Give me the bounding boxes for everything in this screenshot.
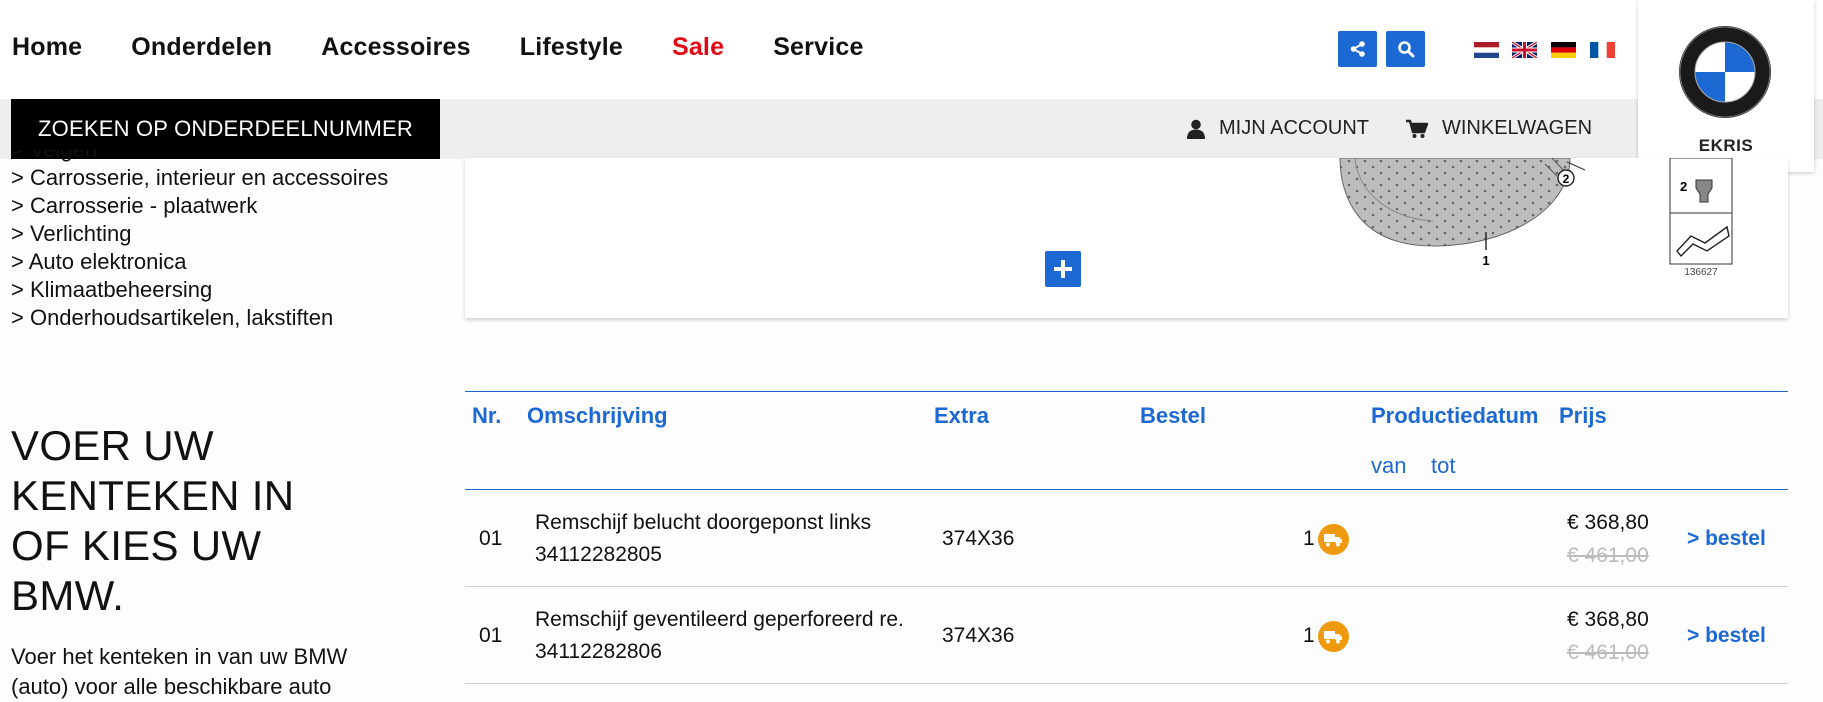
nav-home[interactable]: Home — [12, 33, 82, 62]
category-link[interactable]: > Auto elektronica — [11, 248, 388, 276]
order-button[interactable]: > bestel — [1687, 624, 1766, 648]
expand-diagram-button[interactable] — [1045, 251, 1081, 287]
table-row: 01 Remschijf belucht doorgeponst links 3… — [465, 490, 1788, 587]
account-label: MIJN ACCOUNT — [1219, 117, 1369, 139]
heading-line: OF KIES UW — [11, 522, 262, 569]
category-link[interactable]: > Carrosserie, interieur en accessoires — [11, 164, 388, 192]
column-header-extra: Extra — [934, 403, 990, 428]
row-price: € 368,80 — [1567, 511, 1649, 534]
cart-icon — [1406, 119, 1428, 138]
flag-gb-icon[interactable] — [1512, 42, 1537, 58]
column-header-nr: Nr. — [472, 403, 502, 428]
category-item: > Velgen — [11, 150, 388, 164]
license-plate-heading: VOER UW KENTEKEN IN OF KIES UW BMW. — [11, 421, 294, 621]
flag-de-icon[interactable] — [1551, 42, 1576, 58]
row-extra: 374X36 — [942, 624, 1015, 647]
diagram-image-code: 136627 — [1684, 267, 1718, 278]
row-part-number: 34112282806 — [535, 640, 662, 663]
column-subheader-tot: tot — [1431, 453, 1456, 478]
search-icon — [1397, 41, 1414, 58]
account-link[interactable]: MIJN ACCOUNT — [1187, 117, 1369, 140]
row-nr: 01 — [479, 527, 503, 550]
delivery-truck-icon — [1318, 621, 1349, 652]
order-button[interactable]: > bestel — [1687, 527, 1766, 551]
cart-label: WINKELWAGEN — [1442, 117, 1593, 139]
category-link[interactable]: > Verlichting — [11, 220, 388, 248]
column-subheader-van: van — [1371, 453, 1407, 478]
category-list: > Velgen > Carrosserie, interieur en acc… — [11, 150, 388, 332]
heading-line: BMW. — [11, 572, 125, 619]
nav-service[interactable]: Service — [773, 33, 863, 62]
column-header-productiedatum: Productiedatum — [1371, 403, 1539, 428]
plus-icon — [1054, 260, 1072, 278]
nav-sale[interactable]: Sale — [672, 33, 724, 62]
row-old-price: € 461,00 — [1567, 641, 1649, 664]
diagram-callout: 2 — [1563, 172, 1570, 186]
flag-fr-icon[interactable] — [1590, 42, 1615, 58]
row-old-price: € 461,00 — [1567, 544, 1649, 567]
row-description: Remschijf belucht doorgeponst links — [535, 511, 872, 534]
row-price: € 368,80 — [1567, 608, 1649, 631]
top-navbar: Home Onderdelen Accessoires Lifestyle Sa… — [0, 0, 1823, 99]
column-header-omschrijving: Omschrijving — [527, 403, 668, 428]
row-nr: 01 — [479, 624, 503, 647]
delivery-truck-icon — [1318, 524, 1349, 555]
category-link[interactable]: > Velgen — [11, 150, 388, 164]
heading-line: KENTEKEN IN — [11, 472, 295, 519]
cart-link[interactable]: WINKELWAGEN — [1406, 117, 1592, 140]
column-header-bestel: Bestel — [1140, 403, 1207, 428]
flag-nl-icon[interactable] — [1474, 42, 1499, 58]
bmw-logo — [1679, 26, 1771, 118]
nav-lifestyle[interactable]: Lifestyle — [520, 33, 623, 62]
brake-disc-diagram: 2 1 2 136627 — [1339, 158, 1733, 278]
nav-onderdelen[interactable]: Onderdelen — [131, 33, 272, 62]
brand-label: EKRIS — [1698, 136, 1754, 155]
table-row: 01 Remschijf geventileerd geperforeerd r… — [465, 587, 1788, 684]
category-link[interactable]: > Carrosserie - plaatwerk — [11, 192, 388, 220]
parts-diagram-panel: 2 1 2 136627 — [465, 158, 1788, 318]
column-header-prijs: Prijs — [1559, 403, 1607, 428]
nav-accessoires[interactable]: Accessoires — [321, 33, 471, 62]
share-button[interactable] — [1338, 31, 1377, 67]
row-quantity: 1 — [1303, 527, 1315, 550]
main-nav: Home Onderdelen Accessoires Lifestyle Sa… — [12, 33, 864, 62]
heading-line: VOER UW — [11, 422, 214, 469]
brand-logo-box[interactable]: EKRIS — [1638, 0, 1814, 172]
search-button[interactable] — [1386, 31, 1425, 67]
diagram-callout: 1 — [1482, 253, 1489, 268]
row-quantity: 1 — [1303, 624, 1315, 647]
category-link[interactable]: > Klimaatbeheersing — [11, 276, 388, 304]
user-icon — [1187, 119, 1205, 139]
row-description: Remschijf geventileerd geperforeerd re. — [535, 608, 904, 631]
license-plate-description: Voer het kenteken in van uw BMW (auto) v… — [11, 644, 348, 699]
row-extra: 374X36 — [942, 527, 1015, 550]
diagram-callout: 2 — [1680, 179, 1687, 194]
table-top-border — [465, 391, 1788, 392]
row-part-number: 34112282805 — [535, 543, 662, 566]
share-icon — [1350, 41, 1365, 57]
category-link[interactable]: > Onderhoudsartikelen, lakstiften — [11, 304, 388, 332]
